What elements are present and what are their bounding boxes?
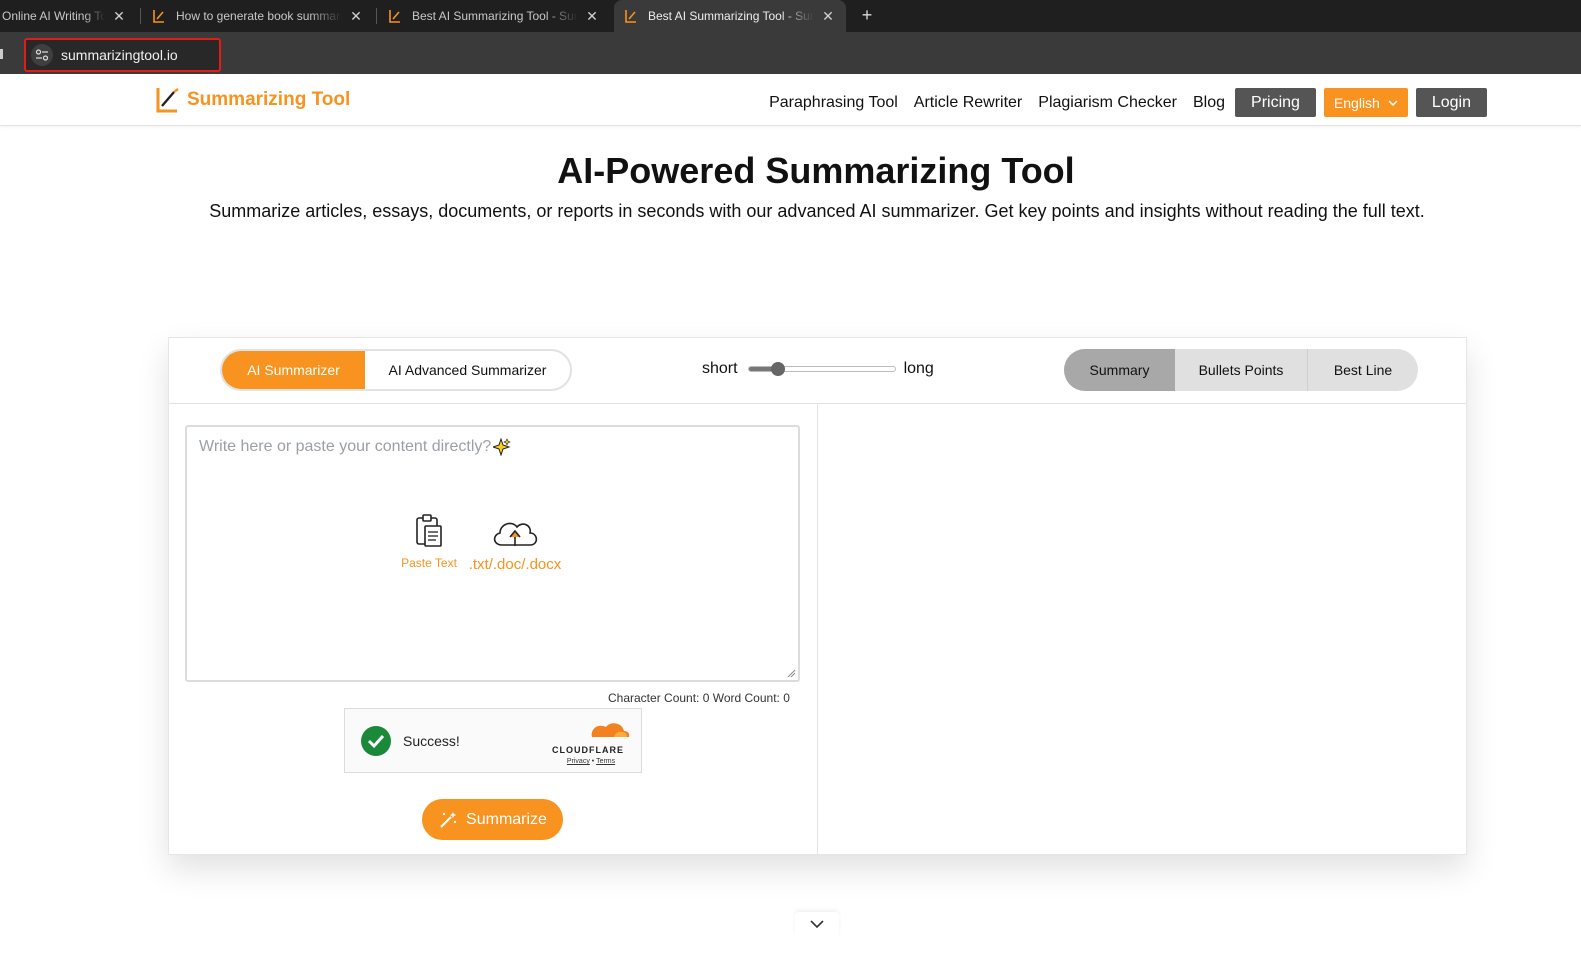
slider-track[interactable] (747, 362, 896, 376)
summarize-label: Summarize (466, 810, 547, 828)
close-icon[interactable]: ✕ (584, 8, 600, 25)
upload-formats-label: .txt/.doc/.docx (468, 556, 562, 573)
placeholder-text: Write here or paste your content directl… (199, 438, 492, 455)
site-favicon-icon (625, 10, 636, 23)
clipboard-icon (416, 514, 442, 547)
paste-text-button[interactable]: Paste Text (399, 513, 459, 570)
language-label: English (1333, 94, 1380, 111)
cloudflare-brand-text: CLOUDFLARE (552, 745, 624, 755)
tab-title: Best AI Summarizing Tool - Summarizing T… (648, 9, 814, 23)
browser-toolbar: summarizingtool.io (0, 32, 1581, 74)
language-dropdown[interactable]: English (1323, 88, 1408, 117)
summary-tab[interactable]: Summary (1064, 349, 1175, 391)
privacy-link[interactable]: Privacy (567, 758, 590, 765)
resize-handle-icon[interactable] (786, 668, 796, 678)
paste-text-label: Paste Text (401, 556, 457, 570)
length-slider: short long (702, 360, 934, 378)
bullets-points-tab[interactable]: Bullets Points (1175, 349, 1308, 391)
close-icon[interactable]: ✕ (348, 8, 364, 25)
cloud-upload-icon (493, 522, 538, 546)
main-nav: Paraphrasing Tool Article Rewriter Plagi… (753, 88, 1487, 117)
magic-wand-icon (440, 811, 457, 828)
success-check-icon (361, 726, 391, 756)
scroll-down-button[interactable] (795, 912, 839, 936)
captcha-status: Success! (403, 733, 460, 749)
browser-tab-2[interactable]: How to generate book summaries ✕ (142, 0, 374, 32)
new-tab-button[interactable]: + (856, 4, 878, 26)
chevron-down-icon (1388, 99, 1398, 106)
tab-title: Best AI Summarizing Tool - Summarizing T… (412, 9, 578, 23)
tool-options-bar: AI Summarizer AI Advanced Summarizer sho… (169, 338, 1466, 404)
summarize-button[interactable]: Summarize (422, 799, 563, 840)
slider-min-label: short (702, 360, 738, 377)
browser-tab-bar: Online AI Writing Tools ✕ How to generat… (0, 0, 1581, 32)
browser-tab-3[interactable]: Best AI Summarizing Tool - Summarizing T… (378, 0, 610, 32)
sparkle-icon (493, 438, 511, 456)
site-settings-icon[interactable] (31, 44, 53, 66)
page-title: AI-Powered Summarizing Tool (557, 150, 1075, 191)
logo-icon (156, 88, 179, 113)
site-favicon-icon (153, 10, 164, 23)
ai-advanced-summarizer-tab[interactable]: AI Advanced Summarizer (365, 351, 570, 389)
summarizer-card: AI Summarizer AI Advanced Summarizer sho… (168, 337, 1467, 856)
panel-divider (817, 404, 818, 856)
url-text: summarizingtool.io (61, 47, 178, 63)
page-subtitle: Summarize articles, essays, documents, o… (209, 201, 1425, 221)
content-input[interactable]: Write here or paste your content directl… (185, 425, 800, 682)
tab-title: How to generate book summaries (176, 9, 342, 23)
browser-tab-1[interactable]: Online AI Writing Tools ✕ (0, 0, 137, 32)
nav-blog[interactable]: Blog (1193, 94, 1225, 112)
cloudflare-captcha[interactable]: Success! CLOUDFLARE Privacy • Terms (344, 708, 642, 773)
site-logo[interactable]: Summarizing Tool (155, 86, 350, 114)
mode-toggle: AI Summarizer AI Advanced Summarizer (220, 349, 572, 391)
logo-text: Summarizing Tool (187, 89, 351, 110)
input-placeholder: Write here or paste your content directl… (199, 438, 511, 456)
chevron-down-icon (810, 920, 824, 928)
tab-title: Online AI Writing Tools (2, 9, 105, 23)
browser-tab-active[interactable]: Best AI Summarizing Tool - Summarizing T… (614, 0, 846, 32)
pricing-button[interactable]: Pricing (1235, 88, 1316, 117)
nav-paraphrasing-tool[interactable]: Paraphrasing Tool (769, 94, 898, 112)
tab-separator (140, 8, 141, 24)
terms-link[interactable]: Terms (596, 758, 615, 765)
best-line-tab[interactable]: Best Line (1308, 349, 1418, 391)
nav-article-rewriter[interactable]: Article Rewriter (914, 94, 1022, 112)
slider-thumb[interactable] (770, 362, 785, 376)
close-icon[interactable]: ✕ (820, 8, 836, 25)
output-format-toggle: Summary Bullets Points Best Line (1064, 349, 1418, 391)
link-separator: • (591, 758, 595, 765)
login-button[interactable]: Login (1415, 88, 1487, 117)
cloudflare-branding: CLOUDFLARE Privacy • Terms (552, 719, 630, 765)
cloudflare-links: Privacy • Terms (552, 758, 630, 765)
close-icon[interactable]: ✕ (111, 8, 127, 25)
slider-max-label: long (903, 360, 934, 377)
toolbar-edge (0, 49, 3, 59)
cloudflare-logo-icon (591, 723, 630, 737)
nav-plagiarism-checker[interactable]: Plagiarism Checker (1038, 94, 1177, 112)
site-header: Summarizing Tool Paraphrasing Tool Artic… (0, 78, 1581, 126)
character-word-count: Character Count: 0 Word Count: 0 (608, 691, 790, 705)
tab-separator (376, 8, 377, 24)
address-bar[interactable]: summarizingtool.io (24, 38, 221, 72)
ai-summarizer-tab[interactable]: AI Summarizer (222, 351, 365, 389)
site-favicon-icon (389, 10, 400, 23)
upload-file-button[interactable]: .txt/.doc/.docx (465, 515, 565, 573)
